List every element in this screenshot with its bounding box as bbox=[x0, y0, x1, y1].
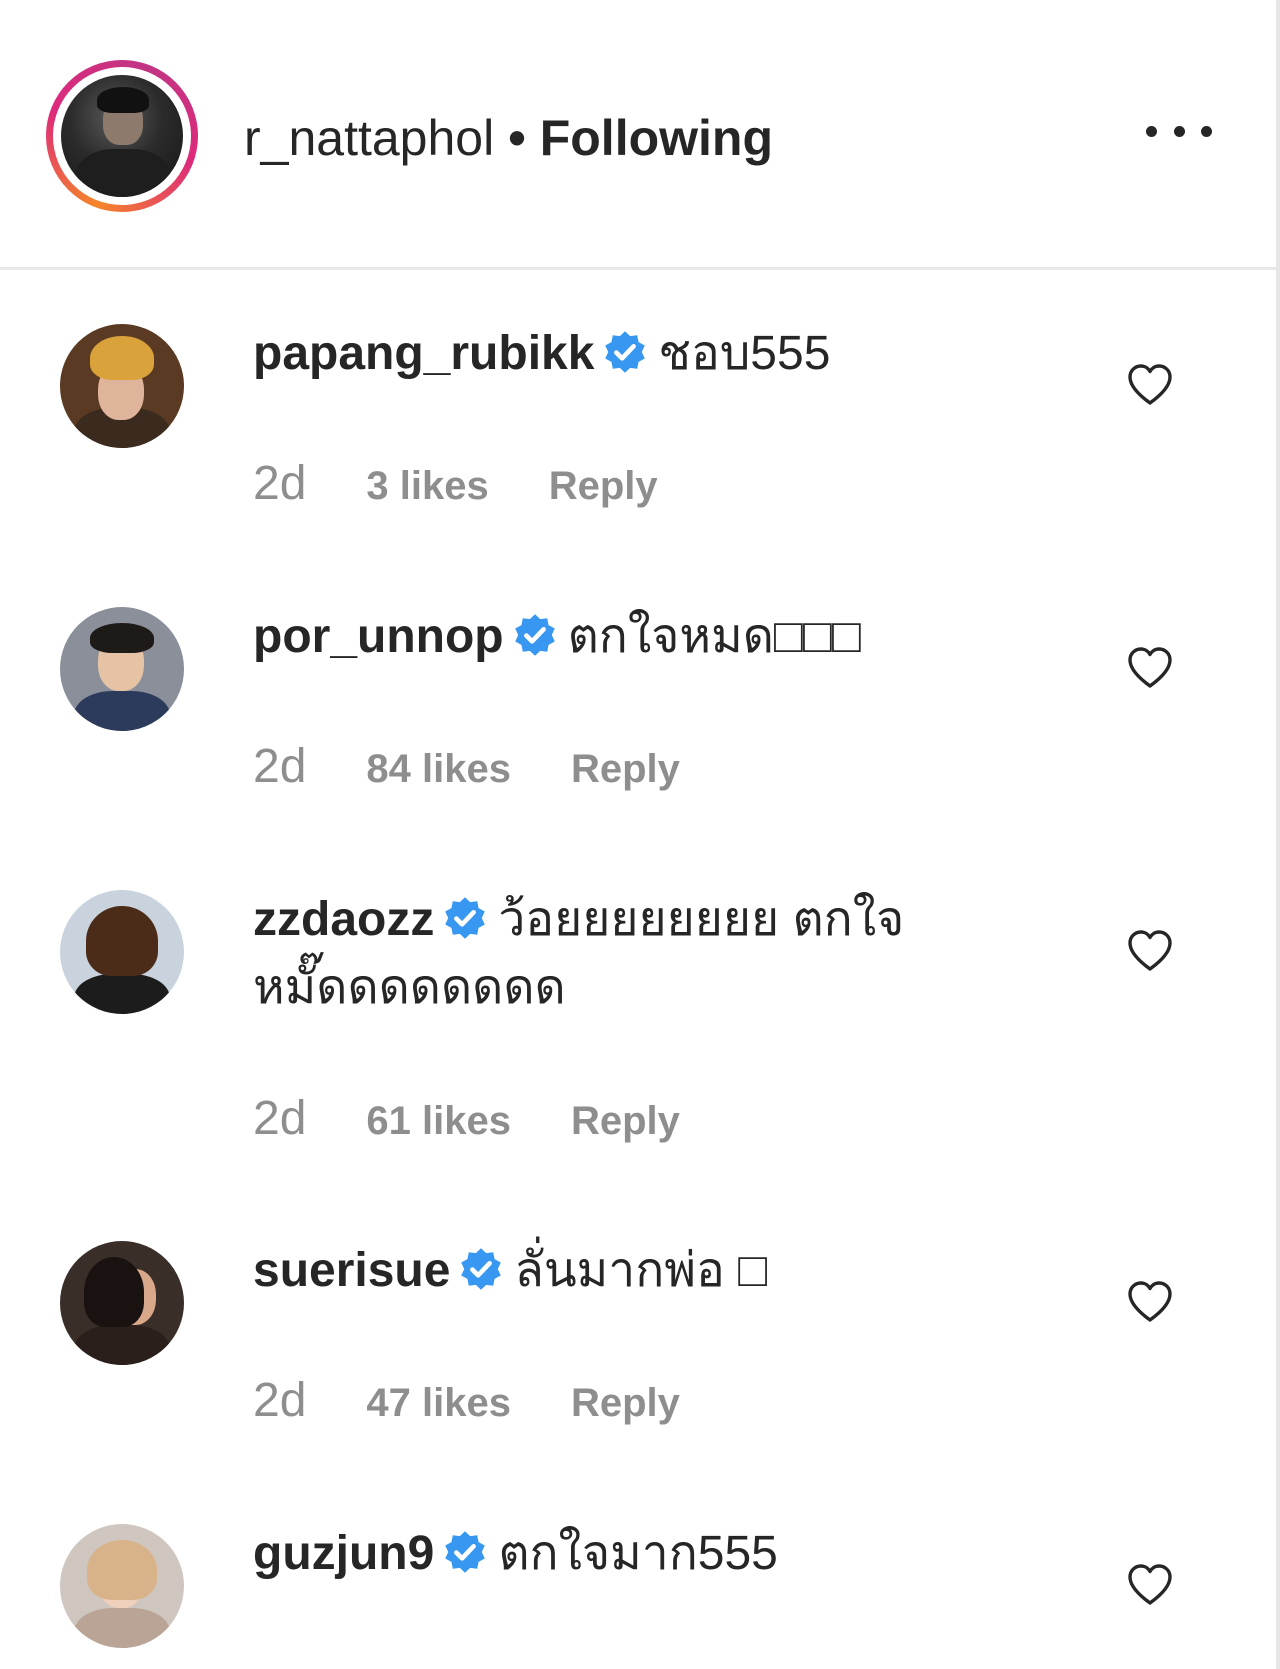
comment-body: ตกใจหมด□□□ bbox=[567, 610, 861, 663]
comment-body: ตกใจมาก555 bbox=[498, 1527, 778, 1580]
comment-time[interactable]: 2d bbox=[253, 740, 306, 793]
comment-text: por_unnop ตกใจหมด□□□ bbox=[253, 603, 1013, 671]
reply-button[interactable]: Reply bbox=[549, 464, 658, 508]
heart-icon[interactable] bbox=[1126, 645, 1174, 689]
comment-username[interactable]: zzdaozz bbox=[253, 893, 434, 946]
comment-likes[interactable]: 3 likes bbox=[366, 464, 488, 508]
comment-meta: 2d 3 likes Reply bbox=[253, 454, 658, 514]
reply-button[interactable]: Reply bbox=[571, 1099, 680, 1143]
comment-username[interactable]: suerisue bbox=[253, 1244, 450, 1297]
avatar[interactable] bbox=[60, 1241, 184, 1365]
heart-icon[interactable] bbox=[1126, 1562, 1174, 1606]
comment-username[interactable]: papang_rubikk bbox=[253, 327, 594, 380]
comment-body: ลั่นมากพ่อ □ bbox=[514, 1244, 768, 1297]
comment-username[interactable]: guzjun9 bbox=[253, 1527, 434, 1580]
avatar[interactable] bbox=[60, 324, 184, 448]
comment-likes[interactable]: 47 likes bbox=[366, 1381, 511, 1425]
story-ring[interactable] bbox=[46, 60, 198, 212]
comment-time[interactable]: 2d bbox=[253, 1374, 306, 1427]
header-separator: • bbox=[508, 110, 526, 166]
comment-text: zzdaozz ว้อยยยยยยยย ตกใจหมั๊ดดดดดดดด bbox=[253, 886, 1013, 1022]
reply-button[interactable]: Reply bbox=[571, 747, 680, 791]
comment-time[interactable]: 2d bbox=[253, 1092, 306, 1145]
verified-badge-icon bbox=[445, 897, 486, 939]
comment-meta: 2d 47 likes Reply bbox=[253, 1371, 680, 1431]
post-header: r_nattaphol • Following bbox=[0, 0, 1276, 270]
heart-icon[interactable] bbox=[1126, 362, 1174, 406]
comment-text: papang_rubikk ชอบ555 bbox=[253, 320, 1013, 388]
comment-text: suerisue ลั่นมากพ่อ □ bbox=[253, 1237, 1013, 1305]
comment-time[interactable]: 2d bbox=[253, 457, 306, 510]
comment-username[interactable]: por_unnop bbox=[253, 610, 504, 663]
more-horizontal-icon[interactable] bbox=[1146, 121, 1212, 141]
reply-button[interactable]: Reply bbox=[571, 1381, 680, 1425]
heart-icon[interactable] bbox=[1126, 928, 1174, 972]
heart-icon[interactable] bbox=[1126, 1279, 1174, 1323]
comment-likes[interactable]: 84 likes bbox=[366, 747, 511, 791]
header-title: r_nattaphol • Following bbox=[244, 108, 773, 168]
avatar[interactable] bbox=[60, 890, 184, 1014]
instagram-comments-panel: r_nattaphol • Following papang_rubikk ชอบ55… bbox=[0, 0, 1280, 1669]
avatar[interactable] bbox=[60, 607, 184, 731]
comment-meta: 2d 61 likes Reply bbox=[253, 1089, 680, 1149]
comment-text: guzjun9 ตกใจมาก555 bbox=[253, 1520, 1013, 1588]
comment-meta: 2d 84 likes Reply bbox=[253, 737, 680, 797]
comment-likes[interactable]: 61 likes bbox=[366, 1099, 511, 1143]
verified-badge-icon bbox=[445, 1531, 486, 1573]
avatar[interactable] bbox=[60, 1524, 184, 1648]
follow-status-button[interactable]: Following bbox=[540, 110, 773, 166]
header-username[interactable]: r_nattaphol bbox=[244, 110, 494, 166]
comment-body: ชอบ555 bbox=[658, 327, 831, 380]
verified-badge-icon bbox=[605, 331, 646, 373]
verified-badge-icon bbox=[514, 614, 555, 656]
verified-badge-icon bbox=[461, 1248, 502, 1290]
avatar[interactable] bbox=[61, 75, 183, 197]
